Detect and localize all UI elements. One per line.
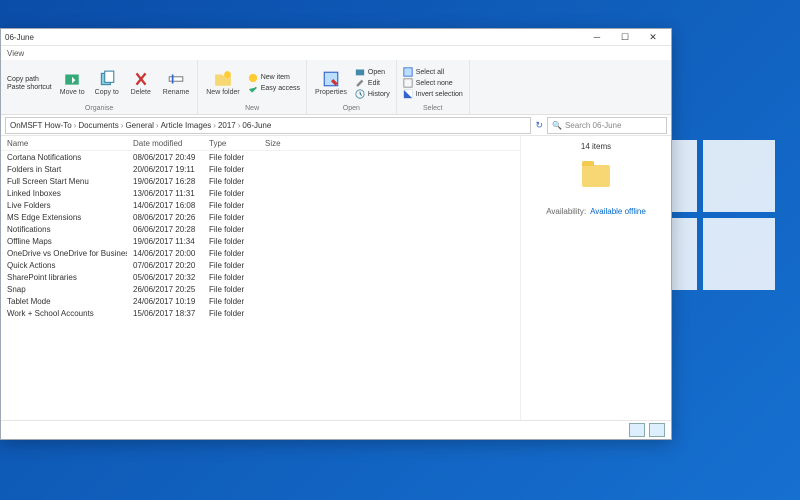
table-row[interactable]: OneDrive vs OneDrive for Business14/06/2… [1, 247, 520, 259]
item-count: 14 items [581, 142, 611, 151]
table-row[interactable]: Tablet Mode24/06/2017 10:19File folder [1, 295, 520, 307]
group-organise-label: Organise [5, 104, 193, 112]
properties-button[interactable]: Properties [311, 62, 351, 104]
col-type[interactable]: Type [203, 139, 259, 148]
group-new-label: New [202, 104, 302, 112]
delete-button[interactable]: Delete [125, 62, 157, 104]
breadcrumb-segment[interactable]: General [125, 121, 153, 130]
history-button[interactable]: History [353, 89, 392, 99]
address-bar-row: OnMSFT How-To›Documents›General›Article … [1, 115, 671, 136]
table-row[interactable]: Notifications06/06/2017 20:28File folder [1, 223, 520, 235]
ribbon: Copy path Paste shortcut Move to Copy to… [1, 60, 671, 115]
chevron-right-icon: › [238, 121, 241, 130]
move-to-button[interactable]: Move to [56, 62, 89, 104]
breadcrumb-segment[interactable]: Documents [78, 121, 118, 130]
preview-pane: 14 items Availability: Available offline [520, 136, 671, 420]
minimize-button[interactable]: ─ [583, 29, 611, 45]
breadcrumb[interactable]: OnMSFT How-To›Documents›General›Article … [5, 117, 531, 134]
chevron-right-icon: › [74, 121, 77, 130]
group-select-label: Select [401, 104, 465, 112]
desktop: 06-June ─ ☐ ✕ View Copy path Paste short… [0, 0, 800, 500]
file-list: Name Date modified Type Size Cortana Not… [1, 136, 520, 420]
chevron-right-icon: › [121, 121, 124, 130]
breadcrumb-segment[interactable]: OnMSFT How-To [10, 121, 72, 130]
table-row[interactable]: Folders in Start20/06/2017 19:11File fol… [1, 163, 520, 175]
copy-path-button[interactable]: Copy path [5, 76, 54, 83]
new-folder-button[interactable]: New folder [202, 62, 243, 104]
search-input[interactable]: 🔍Search 06-June [547, 117, 667, 134]
col-date[interactable]: Date modified [127, 139, 203, 148]
copy-to-button[interactable]: Copy to [91, 62, 123, 104]
window-title: 06-June [5, 33, 34, 42]
col-name[interactable]: Name [1, 139, 127, 148]
titlebar[interactable]: 06-June ─ ☐ ✕ [1, 29, 671, 46]
col-size[interactable]: Size [259, 139, 305, 148]
icons-view-button[interactable] [649, 423, 665, 437]
table-row[interactable]: Snap26/06/2017 20:25File folder [1, 283, 520, 295]
easy-access-button[interactable]: Easy access [246, 84, 302, 94]
file-explorer-window: 06-June ─ ☐ ✕ View Copy path Paste short… [0, 28, 672, 440]
open-button[interactable]: Open [353, 67, 392, 77]
details-view-button[interactable] [629, 423, 645, 437]
maximize-button[interactable]: ☐ [611, 29, 639, 45]
availability-label: Availability: [546, 207, 586, 216]
breadcrumb-segment[interactable]: 2017 [218, 121, 236, 130]
status-bar [1, 420, 671, 439]
availability-value: Available offline [590, 207, 646, 216]
chevron-right-icon: › [156, 121, 159, 130]
select-all-button[interactable]: Select all [401, 67, 465, 77]
refresh-icon[interactable]: ↻ [535, 120, 543, 131]
table-row[interactable]: Offline Maps19/06/2017 11:34File folder [1, 235, 520, 247]
table-row[interactable]: Quick Actions07/06/2017 20:20File folder [1, 259, 520, 271]
group-open-label: Open [311, 104, 392, 112]
close-button[interactable]: ✕ [639, 29, 667, 45]
table-row[interactable]: Cortana Notifications08/06/2017 20:49Fil… [1, 151, 520, 163]
table-row[interactable]: Linked Inboxes13/06/2017 11:31File folde… [1, 187, 520, 199]
paste-shortcut-button[interactable]: Paste shortcut [5, 84, 54, 91]
table-row[interactable]: Live Folders14/06/2017 16:08File folder [1, 199, 520, 211]
table-row[interactable]: MS Edge Extensions08/06/2017 20:26File f… [1, 211, 520, 223]
table-row[interactable]: SharePoint libraries05/06/2017 20:32File… [1, 271, 520, 283]
edit-button[interactable]: Edit [353, 78, 392, 88]
folder-icon [582, 165, 610, 187]
table-row[interactable]: Full Screen Start Menu19/06/2017 16:28Fi… [1, 175, 520, 187]
select-none-button[interactable]: Select none [401, 78, 465, 88]
ribbon-tab-view[interactable]: View [7, 49, 24, 58]
table-row[interactable]: Work + School Accounts15/06/2017 18:37Fi… [1, 307, 520, 319]
breadcrumb-segment[interactable]: 06-June [242, 121, 271, 130]
breadcrumb-segment[interactable]: Article Images [161, 121, 212, 130]
new-item-button[interactable]: New item [246, 73, 302, 83]
column-headers[interactable]: Name Date modified Type Size [1, 136, 520, 151]
chevron-right-icon: › [213, 121, 216, 130]
invert-selection-button[interactable]: Invert selection [401, 89, 465, 99]
ribbon-tabs: View [1, 46, 671, 60]
rename-button[interactable]: Rename [159, 62, 193, 104]
